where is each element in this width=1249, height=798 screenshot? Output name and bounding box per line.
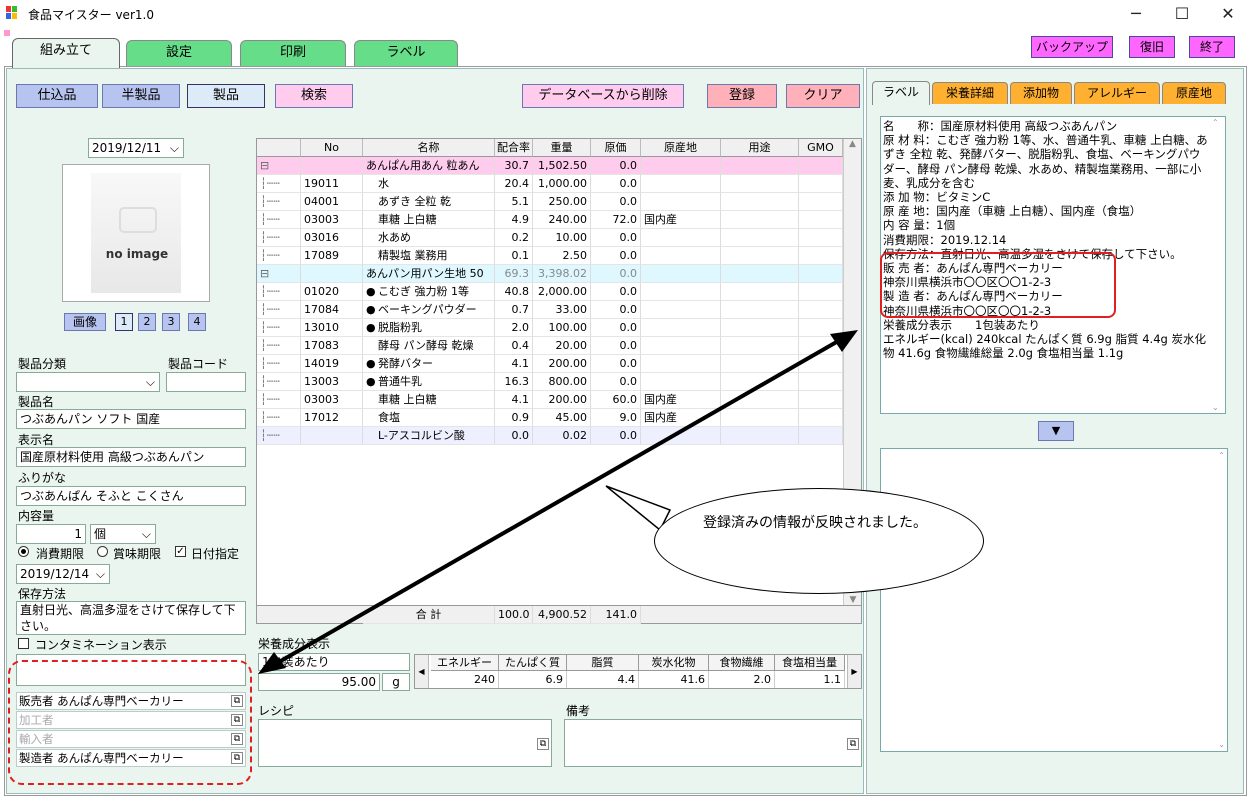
callout-text: 登録済みの情報が反映されました。 <box>703 515 927 531</box>
annotation-arrow <box>258 330 858 674</box>
callout-bubble: 登録済みの情報が反映されました。 <box>654 488 984 594</box>
tab-assemble[interactable]: 組み立て <box>12 38 120 68</box>
